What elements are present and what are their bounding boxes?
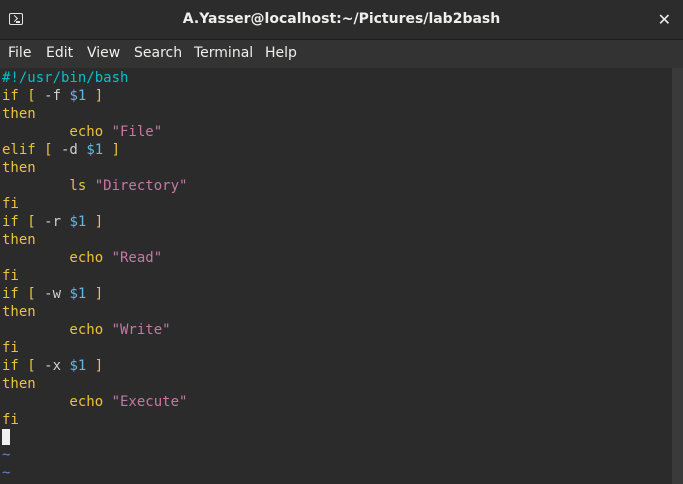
text-cursor — [2, 429, 10, 445]
code-line: #!/usr/bin/bash — [2, 70, 129, 86]
terminal-window: A.Yasser@localhost:~/Pictures/lab2bash ✕… — [0, 0, 683, 484]
menu-help[interactable]: Help — [265, 45, 297, 61]
code-line: if [ -w $1 ] — [2, 286, 104, 302]
code-line: then — [2, 106, 36, 122]
code-line: if [ -r $1 ] — [2, 214, 104, 230]
code-line: elif [ -d $1 ] — [2, 142, 121, 158]
menu-bar: File Edit View Search Terminal Help — [0, 40, 683, 68]
scrollbar[interactable] — [672, 68, 683, 484]
menu-edit[interactable]: Edit — [46, 45, 73, 61]
window-title: A.Yasser@localhost:~/Pictures/lab2bash — [182, 11, 501, 27]
code-line: if [ -f $1 ] — [2, 88, 104, 104]
menu-terminal[interactable]: Terminal — [194, 45, 253, 61]
code-line: fi — [2, 196, 19, 212]
code-line: fi — [2, 268, 19, 284]
code-line: echo "File" — [2, 124, 163, 140]
code-line: if [ -x $1 ] — [2, 358, 104, 374]
code-line: echo "Execute" — [2, 394, 188, 410]
code-line: then — [2, 304, 36, 320]
code-line: then — [2, 232, 36, 248]
tilde-line: ~ — [2, 447, 11, 463]
tilde-line: ~ — [2, 465, 11, 481]
menu-view[interactable]: View — [87, 45, 120, 61]
code-line: fi — [2, 412, 19, 428]
code-line: then — [2, 376, 36, 392]
menu-file[interactable]: File — [8, 45, 31, 61]
terminal-content[interactable]: #!/usr/bin/bash if [ -f $1 ] then echo "… — [0, 68, 672, 484]
close-icon[interactable]: ✕ — [658, 10, 671, 29]
code-line: ls "Directory" — [2, 178, 188, 194]
code-line: fi — [2, 340, 19, 356]
title-bar[interactable]: A.Yasser@localhost:~/Pictures/lab2bash ✕ — [0, 0, 683, 40]
code-line: then — [2, 160, 36, 176]
code-line: echo "Write" — [2, 322, 171, 338]
menu-search[interactable]: Search — [134, 45, 182, 61]
code-line: echo "Read" — [2, 250, 163, 266]
